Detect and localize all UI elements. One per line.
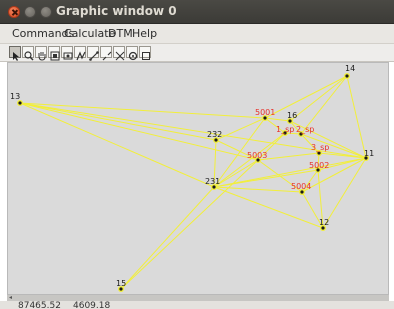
point-label: 232: [207, 130, 222, 139]
point-label: 3_sp: [311, 143, 329, 152]
point-marker[interactable]: [345, 74, 349, 78]
point-label: 13: [10, 92, 20, 101]
point-label: 231: [205, 177, 220, 186]
settings-icon[interactable]: [126, 46, 138, 61]
status-bar: 87465.52 4609.18: [0, 301, 394, 309]
title-bar: Graphic window 0: [0, 0, 394, 24]
link-icon[interactable]: [87, 46, 99, 61]
edge-line: [346, 75, 367, 159]
menu-help[interactable]: Help: [132, 27, 157, 40]
edge-line: [215, 117, 266, 141]
minimize-window-button[interactable]: [24, 6, 36, 18]
point-label: 15: [116, 279, 126, 288]
point-label: 2_sp: [296, 125, 314, 134]
window-title: Graphic window 0: [56, 4, 177, 18]
edge-line: [19, 102, 259, 161]
break-link-icon[interactable]: [100, 46, 112, 61]
point-label: 11: [364, 149, 374, 158]
point-label: 16: [287, 111, 297, 120]
edge-line: [213, 132, 286, 188]
grid-icon[interactable]: [113, 46, 125, 61]
edge-line: [19, 102, 215, 188]
point-label: 1_sp: [276, 125, 294, 134]
edge-line: [120, 159, 259, 290]
maximize-window-button[interactable]: [40, 6, 52, 18]
fit-icon[interactable]: [48, 46, 60, 61]
close-window-button[interactable]: [8, 6, 20, 18]
layers-icon[interactable]: [139, 46, 151, 60]
point-label: 5002: [309, 161, 329, 170]
point-label: 5001: [255, 108, 275, 117]
menu-bar: Commands Calculate DTM Help: [0, 24, 394, 44]
network-drawing: 13 14 16 232 231 11 12 15 50011_sp 2_sp 3_sp 5003 50…: [10, 64, 374, 292]
zoom-icon[interactable]: [22, 46, 34, 61]
point-label: 12: [319, 218, 329, 227]
edge-line: [120, 186, 215, 290]
point-marker[interactable]: [18, 101, 22, 105]
edge-line: [213, 186, 324, 229]
toolbar: [0, 44, 394, 62]
pointer-icon[interactable]: [9, 46, 21, 61]
draw-icon[interactable]: [74, 46, 86, 61]
zoom-window-icon[interactable]: [61, 46, 73, 60]
point-label: 5003: [247, 151, 267, 160]
graphic-canvas[interactable]: 13 14 16 232 231 11 12 15 5001 1_sp 2_sp 3_sp 5003 50…: [7, 62, 389, 295]
edge-line: [264, 75, 348, 119]
x-coordinate: 87465.52: [18, 301, 61, 309]
point-label: 14: [345, 64, 355, 73]
edge-line: [289, 75, 348, 122]
edge-line: [322, 157, 367, 229]
pan-icon[interactable]: [35, 46, 47, 61]
y-coordinate: 4609.18: [73, 301, 111, 309]
menu-dtm[interactable]: DTM: [108, 27, 133, 40]
point-label: 5004: [291, 182, 311, 191]
edge-line: [19, 102, 266, 119]
